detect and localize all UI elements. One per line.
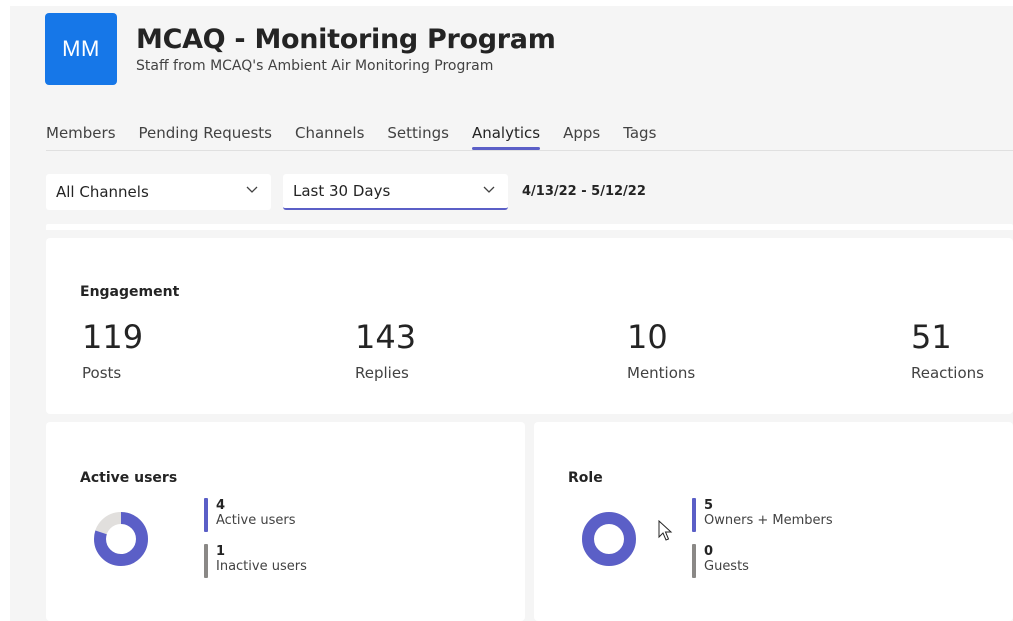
legend-label: Active users [216, 513, 296, 528]
active-users-legend: 4 Active users 1 Inactive users [204, 498, 307, 590]
active-users-donut [94, 512, 148, 566]
legend-bar [204, 498, 208, 532]
channel-select-value: All Channels [56, 183, 149, 201]
active-users-card: Active users 4 Active users 1 Inactive u… [46, 422, 525, 621]
chevron-down-icon [482, 182, 496, 200]
legend-value: 1 [216, 544, 226, 559]
channel-select[interactable]: All Channels [46, 174, 271, 210]
stat-label: Replies [355, 364, 409, 382]
role-legend: 5 Owners + Members 0 Guests [692, 498, 833, 590]
more-horizontal-icon[interactable]: ··· [505, 26, 523, 47]
mouse-pointer-icon [658, 520, 673, 541]
tab-members[interactable]: Members [46, 124, 116, 150]
legend-item-active: 4 Active users [204, 498, 307, 532]
stat-value: 119 [82, 318, 144, 356]
team-avatar[interactable]: MM [45, 13, 117, 85]
legend-bar [204, 544, 208, 578]
legend-value: 0 [704, 544, 714, 559]
active-users-title: Active users [80, 470, 178, 486]
stat-mentions: 10 Mentions [627, 318, 695, 382]
date-range-select-value: Last 30 Days [293, 182, 391, 200]
tab-analytics[interactable]: Analytics [471, 124, 541, 150]
stat-label: Posts [82, 364, 122, 382]
stat-value: 51 [911, 318, 952, 356]
legend-bar [692, 544, 696, 578]
stat-label: Mentions [627, 364, 696, 382]
role-card: Role 5 Owners + Members 0 Guests [534, 422, 1013, 621]
tabs-divider [46, 150, 1013, 151]
top-strip [10, 0, 1013, 6]
stat-value: 143 [355, 318, 417, 356]
legend-item-guests: 0 Guests [692, 544, 833, 578]
avatar-initials: MM [62, 36, 100, 61]
tab-channels[interactable]: Channels [295, 124, 364, 150]
tab-tags[interactable]: Tags [623, 124, 656, 150]
stat-label: Reactions [911, 364, 984, 382]
chevron-down-icon [245, 182, 259, 200]
engagement-card: Engagement 119 Posts 143 Replies 10 Ment… [46, 238, 1013, 414]
team-settings-page: MM MCAQ - Monitoring Program ··· Staff f… [10, 0, 1013, 621]
tab-apps[interactable]: Apps [563, 124, 600, 150]
team-description: Staff from MCAQ's Ambient Air Monitoring… [136, 58, 494, 74]
stat-reactions: 51 Reactions [911, 318, 984, 382]
legend-label: Guests [704, 559, 749, 574]
legend-bar [692, 498, 696, 532]
legend-item-inactive: 1 Inactive users [204, 544, 307, 578]
legend-label: Owners + Members [704, 513, 833, 528]
date-range-select[interactable]: Last 30 Days [283, 174, 508, 210]
card-edge [46, 224, 1013, 230]
team-tabs: Members Pending Requests Channels Settin… [46, 124, 679, 150]
stat-replies: 143 Replies [355, 318, 416, 382]
role-title: Role [568, 470, 603, 486]
legend-value: 4 [216, 498, 226, 513]
legend-label: Inactive users [216, 559, 307, 574]
date-range-label: 4/13/22 - 5/12/22 [522, 184, 646, 199]
engagement-title: Engagement [80, 284, 180, 300]
role-donut [582, 512, 636, 566]
stat-posts: 119 Posts [82, 318, 143, 382]
tab-pending-requests[interactable]: Pending Requests [139, 124, 272, 150]
donut-primary-segment [582, 512, 636, 566]
tab-settings[interactable]: Settings [387, 124, 449, 150]
team-title: MCAQ - Monitoring Program [136, 24, 556, 55]
legend-item-owners-members: 5 Owners + Members [692, 498, 833, 532]
stat-value: 10 [627, 318, 668, 356]
legend-value: 5 [704, 498, 714, 513]
